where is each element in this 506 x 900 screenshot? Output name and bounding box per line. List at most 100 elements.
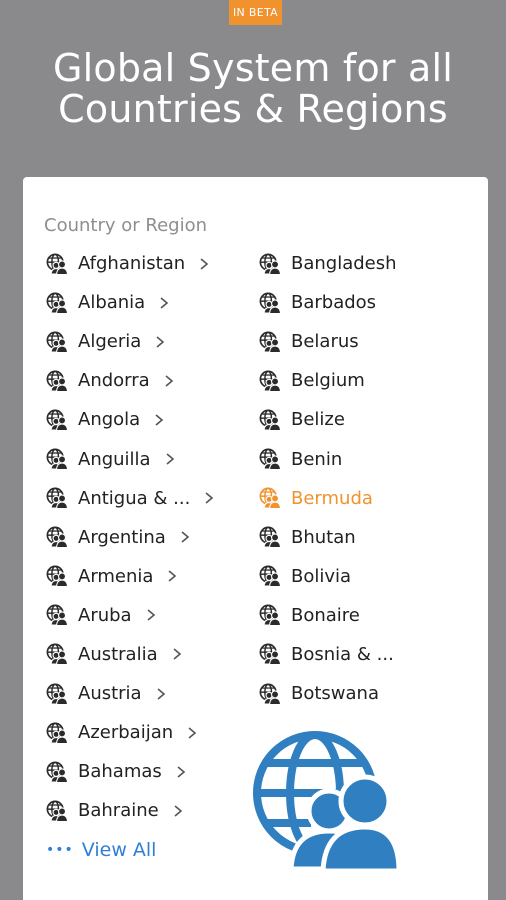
chevron-right-icon <box>178 530 192 544</box>
chevron-right-icon <box>202 491 216 505</box>
country-item[interactable]: Belarus <box>259 322 397 361</box>
country-name: Bolivia <box>291 565 352 587</box>
chevron-right-icon <box>153 335 167 349</box>
country-item[interactable]: Antigua & ... <box>46 479 216 518</box>
country-item[interactable]: Bahraine <box>46 791 216 830</box>
country-item[interactable]: Belize <box>259 400 397 439</box>
globe-people-icon <box>259 683 281 705</box>
globe-people-icon <box>259 331 281 353</box>
headline-line-1: Global System for all <box>52 46 453 90</box>
country-name: Afghanistan <box>78 253 186 275</box>
country-item[interactable]: Barbados <box>259 283 397 322</box>
country-name: Bosnia & ... <box>291 643 394 665</box>
globe-people-icon <box>46 722 68 744</box>
country-item[interactable]: Afghanistan <box>46 244 216 283</box>
chevron-right-icon <box>154 687 168 701</box>
country-item[interactable]: Australia <box>46 635 216 674</box>
country-item[interactable]: Albania <box>46 283 216 322</box>
country-item[interactable]: Anguilla <box>46 439 216 478</box>
country-name: Bahamas <box>78 761 162 783</box>
country-item[interactable]: Aruba <box>46 596 216 635</box>
globe-people-icon <box>46 253 68 275</box>
country-name: Azerbaijan <box>78 722 174 744</box>
country-item[interactable]: Benin <box>259 439 397 478</box>
more-dots-icon: ••• <box>46 842 74 858</box>
country-name: Algeria <box>78 331 142 353</box>
country-name: Albania <box>78 292 146 314</box>
country-card: Country or Region Afghanistan Albania Alge… <box>23 177 488 900</box>
country-list-left: Afghanistan Albania Algeria Andorra Angola An… <box>46 244 216 830</box>
country-item[interactable]: Angola <box>46 400 216 439</box>
country-name: Anguilla <box>78 448 151 470</box>
beta-badge: IN BETA <box>229 0 282 25</box>
page-headline: Global System for all Countries & Region… <box>0 48 506 130</box>
chevron-right-icon <box>162 374 176 388</box>
country-name: Bermuda <box>291 487 373 509</box>
globe-people-icon <box>46 526 68 549</box>
chevron-right-icon <box>163 452 177 466</box>
globe-people-icon <box>259 487 281 510</box>
chevron-right-icon <box>185 726 199 740</box>
globe-people-icon <box>259 604 281 627</box>
country-name: Belgium <box>291 370 365 392</box>
country-item[interactable]: Bermuda <box>259 479 397 518</box>
globe-people-icon <box>46 683 68 705</box>
chevron-right-icon <box>152 413 166 427</box>
country-name: Austria <box>78 683 142 705</box>
chevron-right-icon <box>144 608 158 622</box>
country-name: Bangladesh <box>291 253 397 275</box>
chevron-right-icon <box>157 296 171 310</box>
headline-line-2: Countries & Regions <box>58 87 448 131</box>
country-name: Armenia <box>78 565 154 587</box>
globe-people-icon <box>46 565 68 588</box>
chevron-right-icon <box>165 569 179 583</box>
country-item[interactable]: Botswana <box>259 674 397 713</box>
country-item[interactable]: Algeria <box>46 322 216 361</box>
view-all-label: View All <box>81 839 157 861</box>
globe-people-icon <box>46 331 68 353</box>
chevron-right-icon <box>174 765 188 779</box>
section-label: Country or Region <box>44 215 207 236</box>
globe-people-icon <box>46 800 68 822</box>
globe-people-icon <box>259 565 281 588</box>
country-item[interactable]: Belgium <box>259 361 397 400</box>
country-name: Barbados <box>291 292 377 314</box>
globe-people-icon <box>259 370 281 392</box>
view-all-link[interactable]: ••• View All <box>46 839 156 861</box>
country-item[interactable]: Bhutan <box>259 518 397 557</box>
country-item[interactable]: Argentina <box>46 518 216 557</box>
country-name: Belize <box>291 409 345 431</box>
globe-people-icon <box>259 448 281 471</box>
country-name: Angola <box>78 409 141 431</box>
country-name: Bhutan <box>291 526 356 548</box>
country-name: Bonaire <box>291 604 360 626</box>
country-name: Belarus <box>291 331 359 353</box>
globe-people-icon <box>259 643 281 666</box>
globe-people-icon <box>259 409 281 431</box>
country-item[interactable]: Bahamas <box>46 752 216 791</box>
country-name: Andorra <box>78 370 150 392</box>
globe-people-icon <box>259 292 281 314</box>
country-item[interactable]: Austria <box>46 674 216 713</box>
country-list-right: Bangladesh Barbados Belarus Belgium Belize Be… <box>259 244 397 713</box>
country-item[interactable]: Bolivia <box>259 557 397 596</box>
country-name: Aruba <box>78 604 132 626</box>
country-item[interactable]: Andorra <box>46 361 216 400</box>
country-name: Australia <box>78 643 158 665</box>
globe-people-icon <box>259 526 281 549</box>
globe-people-icon <box>46 761 68 783</box>
global-users-icon <box>253 731 401 874</box>
globe-people-icon <box>46 292 68 314</box>
country-name: Bahraine <box>78 800 159 822</box>
chevron-right-icon <box>171 804 185 818</box>
country-item[interactable]: Azerbaijan <box>46 713 216 752</box>
chevron-right-icon <box>197 257 211 271</box>
globe-people-icon <box>46 487 68 510</box>
globe-people-icon <box>46 409 68 431</box>
globe-people-icon <box>46 643 68 666</box>
country-item[interactable]: Bonaire <box>259 596 397 635</box>
country-item[interactable]: Bangladesh <box>259 244 397 283</box>
country-name: Argentina <box>78 526 166 548</box>
country-item[interactable]: Bosnia & ... <box>259 635 397 674</box>
country-item[interactable]: Armenia <box>46 557 216 596</box>
